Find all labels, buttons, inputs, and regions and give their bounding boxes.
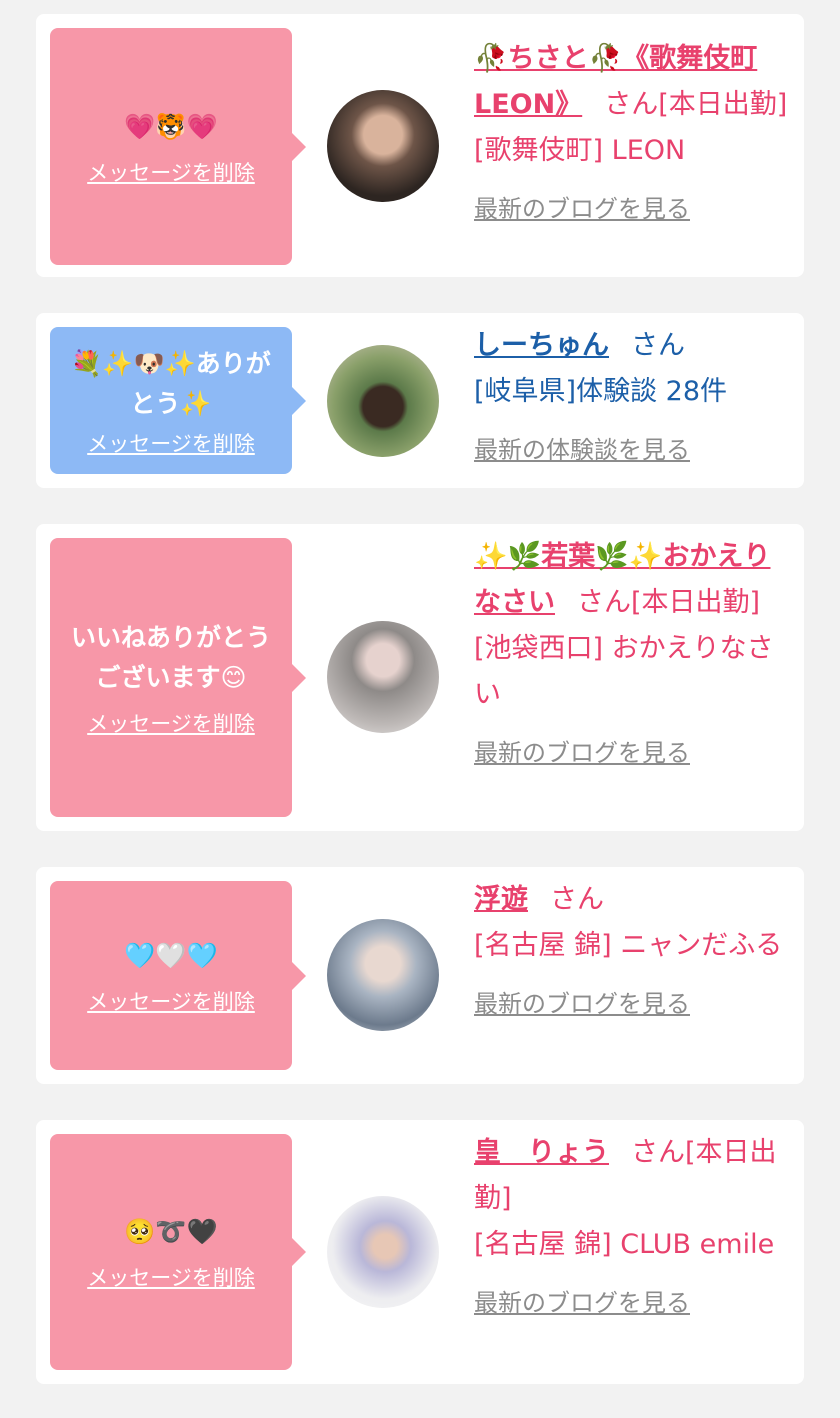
avatar[interactable] (327, 90, 439, 202)
profile-info: 🥀ちさと🥀《歌舞伎町LEON》 さん[本日出勤] [歌舞伎町] LEON 最新のブ… (474, 36, 794, 232)
message-bubble: 💐✨🐶✨ありがとう✨ メッセージを削除 (50, 327, 306, 474)
latest-blog-link[interactable]: 最新のブログを見る (474, 1280, 794, 1326)
shop-label: [名古屋 錦] CLUB emile (474, 1229, 775, 1260)
shop-label: [歌舞伎町] LEON (474, 135, 686, 166)
message-text: いいねありがとうございます😊 (70, 622, 271, 692)
delete-message-link[interactable]: メッセージを削除 (87, 1262, 255, 1292)
avatar[interactable] (327, 621, 439, 733)
message-bubble: 🩵🤍🩵 メッセージを削除 (50, 881, 306, 1070)
avatar[interactable] (327, 345, 439, 457)
profile-info: 浮遊 さん [名古屋 錦] ニャンだふる 最新のブログを見る (474, 877, 794, 1027)
message-text: 💗🐯💗 (124, 111, 218, 141)
honorific-status: さん (550, 884, 604, 915)
shop-label: [名古屋 錦] ニャンだふる (474, 930, 783, 961)
message-text: 🥺➰🖤 (124, 1217, 218, 1246)
delete-message-link[interactable]: メッセージを削除 (87, 708, 255, 738)
latest-review-link[interactable]: 最新の体験談を見る (474, 427, 794, 473)
message-card: 🥺➰🖤 メッセージを削除 皇 りょう さん[本日出勤] [名古屋 錦] CLUB … (36, 1120, 804, 1384)
review-count-label: [岐阜県]体験談 28件 (474, 376, 728, 407)
message-text: 🩵🤍🩵 (124, 940, 218, 970)
message-card: 🩵🤍🩵 メッセージを削除 浮遊 さん [名古屋 錦] ニャンだふる 最新のブログを… (36, 867, 804, 1084)
profile-info: 皇 りょう さん[本日出勤] [名古屋 錦] CLUB emile 最新のブログを… (474, 1130, 794, 1326)
avatar[interactable] (327, 919, 439, 1031)
message-bubble: 🥺➰🖤 メッセージを削除 (50, 1134, 306, 1370)
message-bubble: いいねありがとうございます😊 メッセージを削除 (50, 538, 306, 817)
delete-message-link[interactable]: メッセージを削除 (87, 157, 255, 187)
message-text: 💐✨🐶✨ありがとう✨ (71, 348, 271, 418)
latest-blog-link[interactable]: 最新のブログを見る (474, 186, 794, 232)
honorific-status: さん (631, 330, 685, 361)
message-card: いいねありがとうございます😊 メッセージを削除 ✨🌿若葉🌿✨おかえりなさい さん[… (36, 524, 804, 831)
message-bubble: 💗🐯💗 メッセージを削除 (50, 28, 306, 265)
shop-label: [池袋西口] おかえりなさい (474, 633, 774, 710)
profile-name-link[interactable]: しーちゅん (474, 330, 609, 361)
profile-info: ✨🌿若葉🌿✨おかえりなさい さん[本日出勤] [池袋西口] おかえりなさい 最新の… (474, 534, 794, 776)
latest-blog-link[interactable]: 最新のブログを見る (474, 981, 794, 1027)
message-card: 💐✨🐶✨ありがとう✨ メッセージを削除 しーちゅん さん [岐阜県]体験談 28件… (36, 313, 804, 488)
profile-info: しーちゅん さん [岐阜県]体験談 28件 最新の体験談を見る (474, 323, 794, 473)
honorific-status: さん[本日出勤] (577, 587, 761, 618)
delete-message-link[interactable]: メッセージを削除 (87, 986, 255, 1016)
latest-blog-link[interactable]: 最新のブログを見る (474, 730, 794, 776)
message-card: 💗🐯💗 メッセージを削除 🥀ちさと🥀《歌舞伎町LEON》 さん[本日出勤] [歌舞… (36, 14, 804, 277)
honorific-status: さん[本日出勤] (604, 89, 788, 120)
profile-name-link[interactable]: 皇 りょう (474, 1137, 609, 1168)
delete-message-link[interactable]: メッセージを削除 (87, 428, 255, 458)
profile-name-link[interactable]: 浮遊 (474, 884, 528, 915)
avatar[interactable] (327, 1196, 439, 1308)
